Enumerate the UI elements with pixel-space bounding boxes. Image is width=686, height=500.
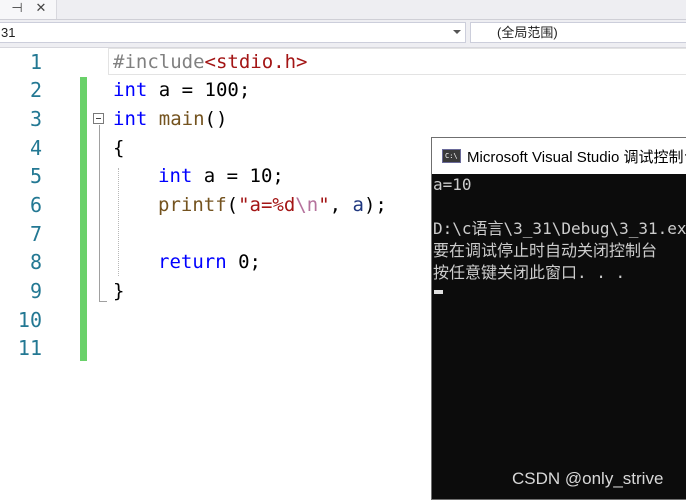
function-name: main	[147, 108, 205, 130]
function-name: printf	[158, 194, 227, 216]
escape-sequence: \n	[295, 194, 319, 216]
keyword: int	[158, 165, 193, 187]
console-title: Microsoft Visual Studio 调试控制台	[467, 149, 686, 166]
string-literal: "a=%d	[238, 194, 296, 216]
code-line-2: 2 int a = 100;	[0, 76, 686, 105]
line-number: 1	[29, 50, 42, 74]
line-number: 6	[29, 193, 42, 217]
console-line: a=10	[433, 175, 472, 194]
console-line: D:\c语言\3_31\Debug\3_31.exe	[433, 219, 686, 238]
line-number: 7	[29, 222, 42, 246]
scope-dropdown[interactable]: (全局范围)	[470, 22, 686, 43]
console-line: 要在调试停止时自动关闭控制台	[433, 241, 658, 260]
include-header: <stdio.h>	[204, 51, 308, 73]
code-text: a = 100;	[147, 79, 251, 101]
line-number: 3	[29, 107, 42, 131]
line-number: 10	[17, 308, 42, 332]
console-cursor	[434, 290, 443, 294]
navigation-bar: 31 (全局范围)	[0, 20, 686, 48]
line-number: 2	[29, 78, 42, 102]
code-text: {	[113, 137, 125, 159]
code-text: ()	[204, 108, 228, 130]
code-text: }	[113, 280, 125, 302]
variable: a	[352, 194, 364, 216]
line-number: 9	[29, 279, 42, 303]
keyword: return	[158, 251, 227, 273]
code-line-3: 3 int main()	[0, 105, 686, 134]
debug-console-window[interactable]: C:\ Microsoft Visual Studio 调试控制台 a=10 D…	[431, 137, 686, 500]
console-output: a=10 D:\c语言\3_31\Debug\3_31.exe 要在调试停止时自…	[432, 174, 686, 499]
code-text: (	[226, 194, 239, 216]
code-text: 0;	[226, 251, 261, 273]
scope-dropdown-value: (全局范围)	[497, 25, 558, 40]
string-literal: "	[318, 194, 330, 216]
pin-icon[interactable]: ⊣	[6, 0, 28, 18]
line-number: 8	[29, 250, 42, 274]
code-text: a = 10;	[192, 165, 284, 187]
close-tab-icon[interactable]: ✕	[30, 0, 52, 18]
code-text: ,	[329, 194, 353, 216]
console-titlebar[interactable]: C:\ Microsoft Visual Studio 调试控制台	[432, 138, 686, 174]
document-tab-strip: ⊣ ✕	[0, 0, 686, 20]
project-dropdown[interactable]: 31	[0, 22, 466, 43]
watermark: CSDN @only_strive	[512, 469, 664, 488]
console-icon: C:\	[442, 149, 461, 163]
code-text: );	[363, 194, 387, 216]
console-line: 按任意键关闭此窗口. . .	[433, 263, 626, 282]
line-number: 11	[17, 336, 42, 360]
line-number: 4	[29, 136, 42, 160]
chevron-down-icon[interactable]	[453, 30, 461, 34]
project-dropdown-value: 31	[1, 25, 16, 40]
keyword: int	[113, 108, 148, 130]
keyword: int	[113, 79, 148, 101]
line-number: 5	[29, 164, 42, 188]
preprocessor-directive: #include	[113, 51, 205, 73]
code-line-1: 1 #include<stdio.h>	[0, 48, 686, 77]
